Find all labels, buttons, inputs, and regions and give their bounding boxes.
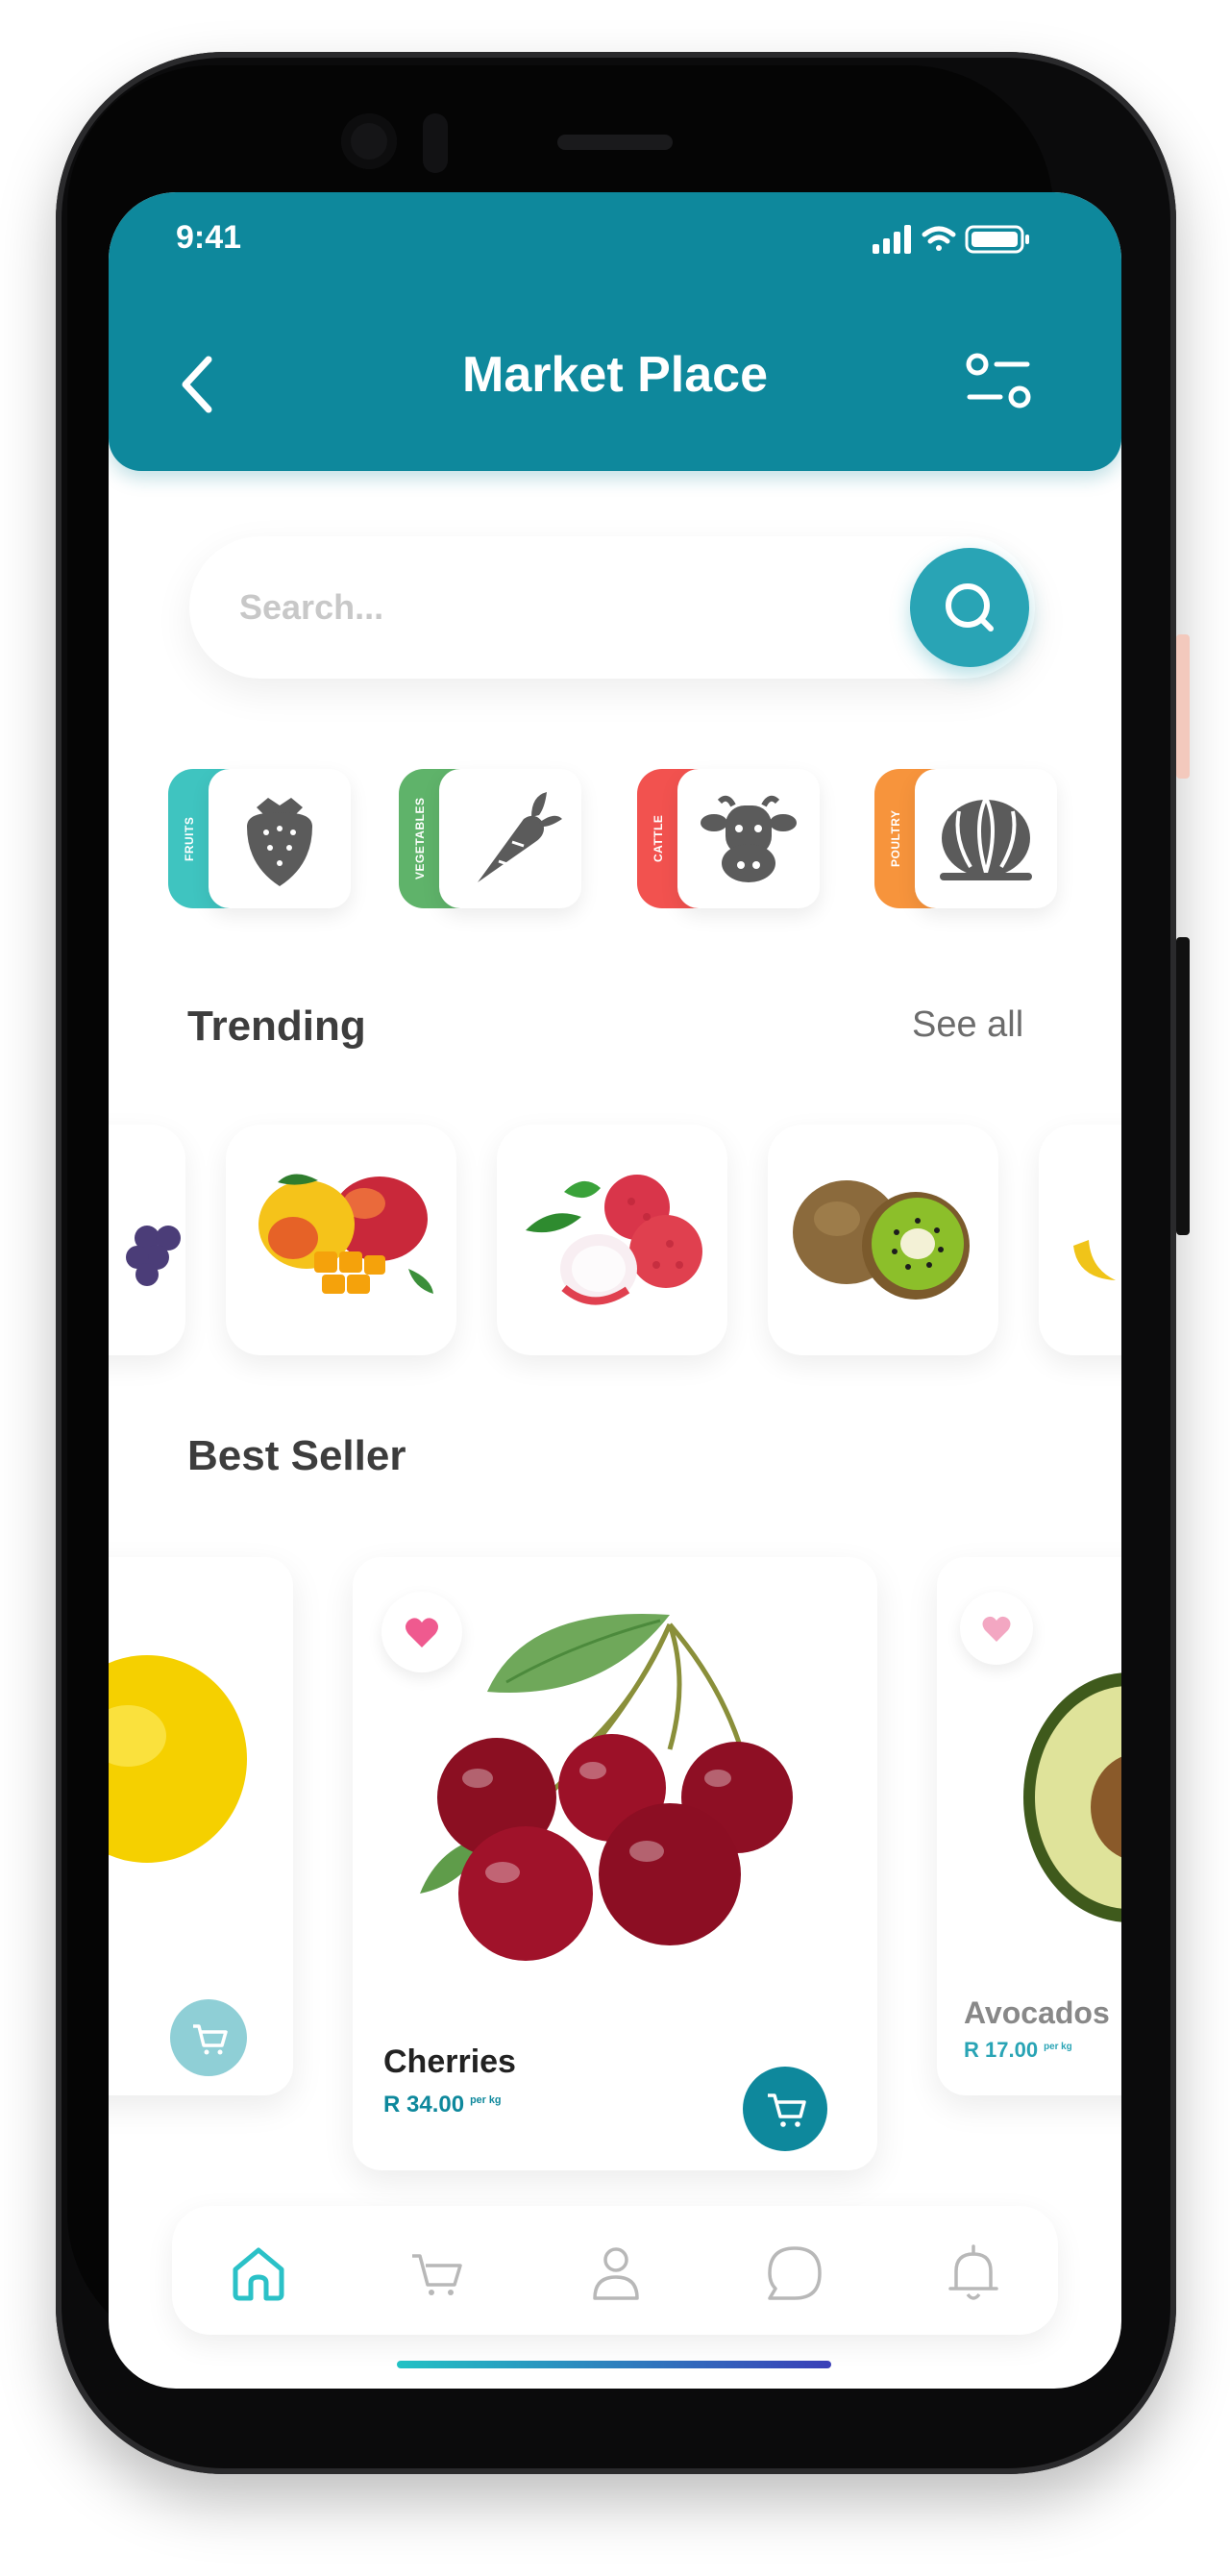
nav-profile[interactable] [578, 2235, 654, 2312]
carrot-icon [478, 792, 562, 882]
category-card [439, 769, 581, 908]
earpiece-speaker [557, 135, 673, 150]
trending-item-mangoes[interactable] [226, 1125, 456, 1355]
lemon-image [109, 1655, 247, 1863]
chat-icon [768, 2246, 822, 2300]
category-cattle[interactable]: CATTLE [637, 769, 820, 908]
wifi-icon [922, 226, 956, 251]
grapes-image [126, 1226, 181, 1286]
home-icon [233, 2247, 284, 2301]
product-card-lemon[interactable] [109, 1557, 293, 2095]
category-card [915, 769, 1057, 908]
home-indicator [397, 2361, 831, 2368]
battery-icon [965, 225, 1029, 254]
product-card-cherries[interactable]: Cherries R 34.00 per kg [353, 1557, 877, 2170]
trending-item-kiwis[interactable] [768, 1125, 998, 1355]
product-price: R 17.00 per kg [964, 2038, 1072, 2063]
cart-icon [193, 2024, 228, 2055]
cow-icon [701, 795, 797, 882]
cart-icon [412, 2254, 462, 2295]
best-seller-title: Best Seller [187, 1432, 406, 1479]
trending-title: Trending [187, 1003, 366, 1050]
power-button [1176, 634, 1190, 779]
bell-icon [948, 2244, 998, 2300]
filter-icon [966, 353, 1031, 409]
favorite-button[interactable] [960, 1592, 1033, 1665]
category-label: VEGETABLES [413, 797, 427, 880]
nav-home[interactable] [220, 2235, 297, 2312]
search-button[interactable] [910, 548, 1029, 667]
price-value: R 17.00 [964, 2038, 1039, 2062]
nav-cart[interactable] [399, 2235, 476, 2312]
price-unit: per kg [470, 2094, 502, 2106]
category-label: CATTLE [652, 814, 665, 863]
category-card [677, 769, 820, 908]
category-fruits[interactable]: FRUITS [168, 769, 351, 908]
search-input[interactable] [237, 580, 818, 635]
add-to-cart-button[interactable] [743, 2067, 827, 2151]
category-poultry[interactable]: POULTRY [874, 769, 1057, 908]
nav-chat[interactable] [756, 2235, 833, 2312]
product-price: R 34.00 per kg [383, 2092, 501, 2118]
filter-button[interactable] [964, 351, 1033, 417]
add-to-cart-button[interactable] [170, 1999, 247, 2076]
banana-image [1073, 1240, 1116, 1280]
category-label: POULTRY [889, 809, 902, 868]
product-card-avocados[interactable]: Avocados R 17.00 per kg [937, 1557, 1121, 2095]
signal-icon [873, 225, 911, 254]
cart-icon [768, 2093, 806, 2127]
status-icons [873, 221, 1036, 260]
product-name: Cherries [383, 2043, 516, 2080]
cherries-image [420, 1614, 793, 1961]
category-label: FRUITS [183, 816, 196, 861]
bottom-nav [172, 2206, 1058, 2335]
trending-item-bananas[interactable] [1039, 1125, 1121, 1355]
price-value: R 34.00 [383, 2092, 465, 2118]
search-bar [189, 536, 1035, 679]
search-icon [946, 583, 994, 632]
price-unit: per kg [1044, 2041, 1072, 2052]
strawberry-icon [247, 798, 312, 886]
volume-button [1176, 937, 1190, 1235]
proximity-sensor [423, 113, 448, 173]
mango-image [258, 1174, 433, 1294]
poultry-icon [940, 793, 1032, 880]
app-header: 9:41 Market Place [109, 192, 1121, 471]
status-time: 9:41 [176, 219, 242, 256]
profile-icon [593, 2247, 639, 2300]
category-vegetables[interactable]: VEGETABLES [399, 769, 581, 908]
kiwi-image [793, 1180, 970, 1300]
lychee-image [526, 1175, 702, 1305]
app-screen: 9:41 Market Place Search... FRUITS VEGET… [109, 192, 1121, 2389]
trending-item-grapes[interactable] [109, 1125, 185, 1355]
category-card [209, 769, 351, 908]
trending-item-lychees[interactable] [497, 1125, 727, 1355]
heart-icon [982, 1616, 1011, 1642]
front-camera [341, 113, 397, 169]
nav-notifications[interactable] [935, 2235, 1012, 2312]
product-name: Avocados [964, 1995, 1110, 2030]
avocado-image [1023, 1672, 1121, 1922]
see-all-link[interactable]: See all [912, 1004, 1023, 1046]
